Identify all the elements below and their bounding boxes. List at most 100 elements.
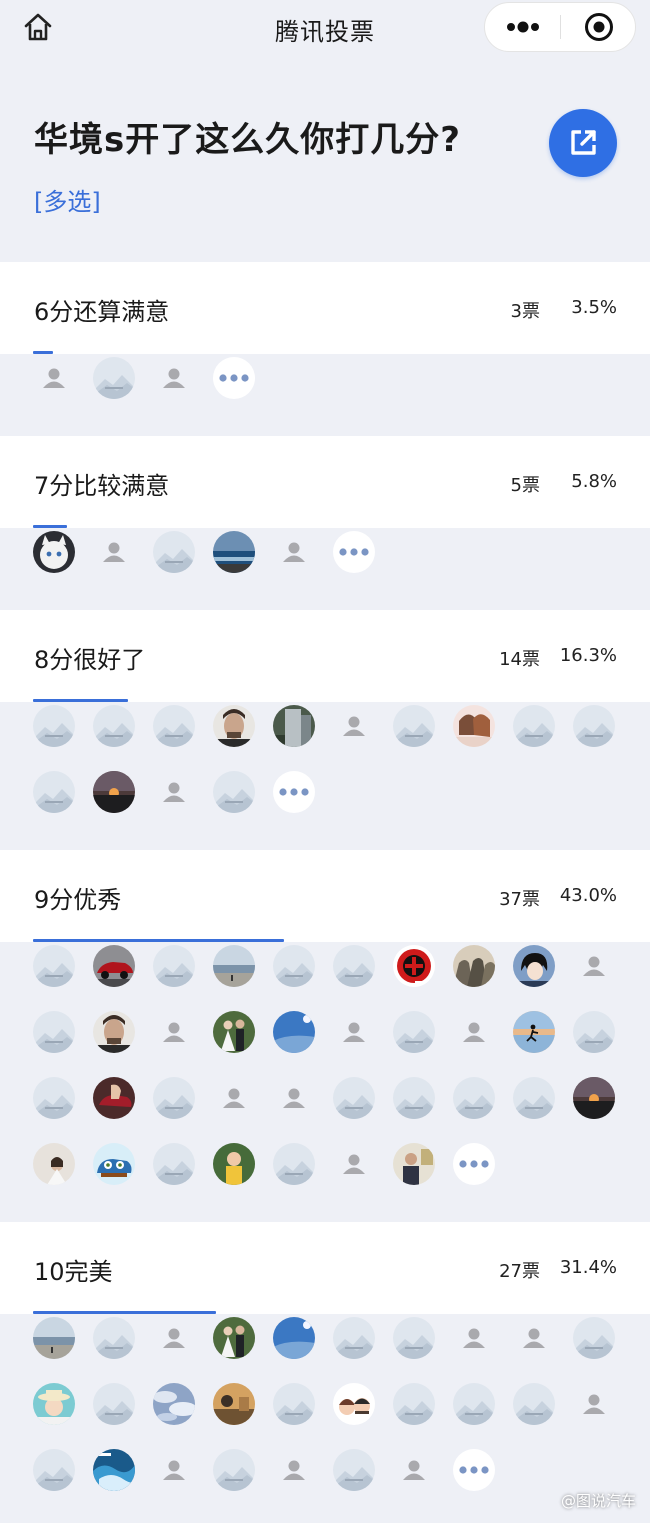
voter-avatar[interactable] [153,1077,195,1119]
voter-avatar[interactable] [273,1143,315,1185]
voter-avatar[interactable] [153,1011,195,1053]
voter-avatar[interactable] [393,1317,435,1359]
voter-avatar[interactable] [93,1383,135,1425]
voter-avatar[interactable] [573,705,615,747]
voter-avatar[interactable] [453,705,495,747]
voter-avatar[interactable] [453,1077,495,1119]
voter-avatar[interactable] [153,1449,195,1491]
voter-avatar[interactable] [393,705,435,747]
voter-avatar[interactable] [333,1011,375,1053]
voter-avatar[interactable] [453,1011,495,1053]
voter-avatar[interactable] [153,1383,195,1425]
voter-avatar[interactable] [213,945,255,987]
more-voters-button[interactable] [333,531,375,573]
voter-avatar[interactable] [513,1011,555,1053]
voter-avatar[interactable] [393,1383,435,1425]
voter-avatar[interactable] [153,945,195,987]
voter-avatar[interactable] [333,1077,375,1119]
share-button[interactable] [549,109,617,177]
voter-avatar[interactable] [93,705,135,747]
voter-avatar[interactable] [93,771,135,813]
voter-avatar[interactable] [213,531,255,573]
voter-avatar[interactable] [273,705,315,747]
voter-avatar[interactable] [273,1077,315,1119]
voter-avatar[interactable] [93,1449,135,1491]
voter-avatar[interactable] [273,1449,315,1491]
more-button[interactable] [485,3,560,51]
voter-avatar[interactable] [513,1317,555,1359]
voter-avatar[interactable] [573,1317,615,1359]
voter-avatar[interactable] [393,945,435,987]
voter-avatar[interactable] [573,1383,615,1425]
voter-avatar[interactable] [393,1449,435,1491]
more-voters-button[interactable] [273,771,315,813]
voter-avatar[interactable] [513,1077,555,1119]
voter-avatar[interactable] [153,771,195,813]
voter-avatar[interactable] [453,945,495,987]
voter-avatar[interactable] [273,1317,315,1359]
voter-avatar[interactable] [153,705,195,747]
voter-avatar[interactable] [33,1143,75,1185]
voter-avatar[interactable] [93,1143,135,1185]
voter-avatar[interactable] [213,1077,255,1119]
more-voters-button[interactable] [453,1143,495,1185]
voter-avatar[interactable] [453,1383,495,1425]
voter-avatar[interactable] [393,1011,435,1053]
voter-avatar[interactable] [573,1077,615,1119]
voter-avatar[interactable] [213,1143,255,1185]
voter-avatar[interactable] [573,1011,615,1053]
voter-avatar[interactable] [273,531,315,573]
voter-avatar[interactable] [93,1011,135,1053]
avatar-wedding-icon [213,1011,255,1053]
voter-avatar[interactable] [33,1011,75,1053]
voter-avatar[interactable] [93,1077,135,1119]
more-voters-button[interactable] [453,1449,495,1491]
voter-avatar[interactable] [273,1011,315,1053]
voter-avatar[interactable] [33,1317,75,1359]
voter-avatar[interactable] [333,1383,375,1425]
voter-avatar[interactable] [573,945,615,987]
voter-avatar[interactable] [333,1143,375,1185]
voter-avatar[interactable] [33,1383,75,1425]
voter-avatar[interactable] [273,945,315,987]
voter-avatar[interactable] [213,1449,255,1491]
voter-avatar[interactable] [33,1077,75,1119]
voter-avatar[interactable] [273,1383,315,1425]
voter-avatar[interactable] [33,945,75,987]
voter-avatar[interactable] [393,1143,435,1185]
voter-avatar[interactable] [153,531,195,573]
voter-avatar[interactable] [153,1317,195,1359]
voter-avatar[interactable] [333,1449,375,1491]
voter-avatar[interactable] [93,357,135,399]
option-row[interactable]: 8分很好了 14票 16.3% [0,610,650,702]
voter-avatar[interactable] [213,705,255,747]
voter-avatar[interactable] [153,1143,195,1185]
voter-avatar[interactable] [333,945,375,987]
voter-avatar[interactable] [333,705,375,747]
voter-avatar[interactable] [93,531,135,573]
voter-avatar[interactable] [393,1077,435,1119]
option-row[interactable]: 9分优秀 37票 43.0% [0,850,650,942]
voter-avatar[interactable] [513,1383,555,1425]
voter-avatar[interactable] [33,1449,75,1491]
voter-avatar[interactable] [213,1383,255,1425]
voter-avatar[interactable] [93,945,135,987]
voter-avatar[interactable] [213,771,255,813]
voter-avatar[interactable] [513,945,555,987]
voter-avatar[interactable] [93,1317,135,1359]
voter-avatar[interactable] [333,1317,375,1359]
voter-avatar[interactable] [213,1317,255,1359]
voter-avatar[interactable] [33,357,75,399]
more-voters-button[interactable] [213,357,255,399]
option-row[interactable]: 10完美 27票 31.4% [0,1222,650,1314]
voter-avatar[interactable] [33,771,75,813]
voter-avatar[interactable] [33,705,75,747]
voter-avatar[interactable] [153,357,195,399]
voter-avatar[interactable] [453,1317,495,1359]
voter-avatar[interactable] [513,705,555,747]
close-button[interactable] [561,3,636,51]
voter-avatar[interactable] [33,531,75,573]
option-row[interactable]: 6分还算满意 3票 3.5% [0,262,650,354]
voter-avatar[interactable] [213,1011,255,1053]
option-row[interactable]: 7分比较满意 5票 5.8% [0,436,650,528]
